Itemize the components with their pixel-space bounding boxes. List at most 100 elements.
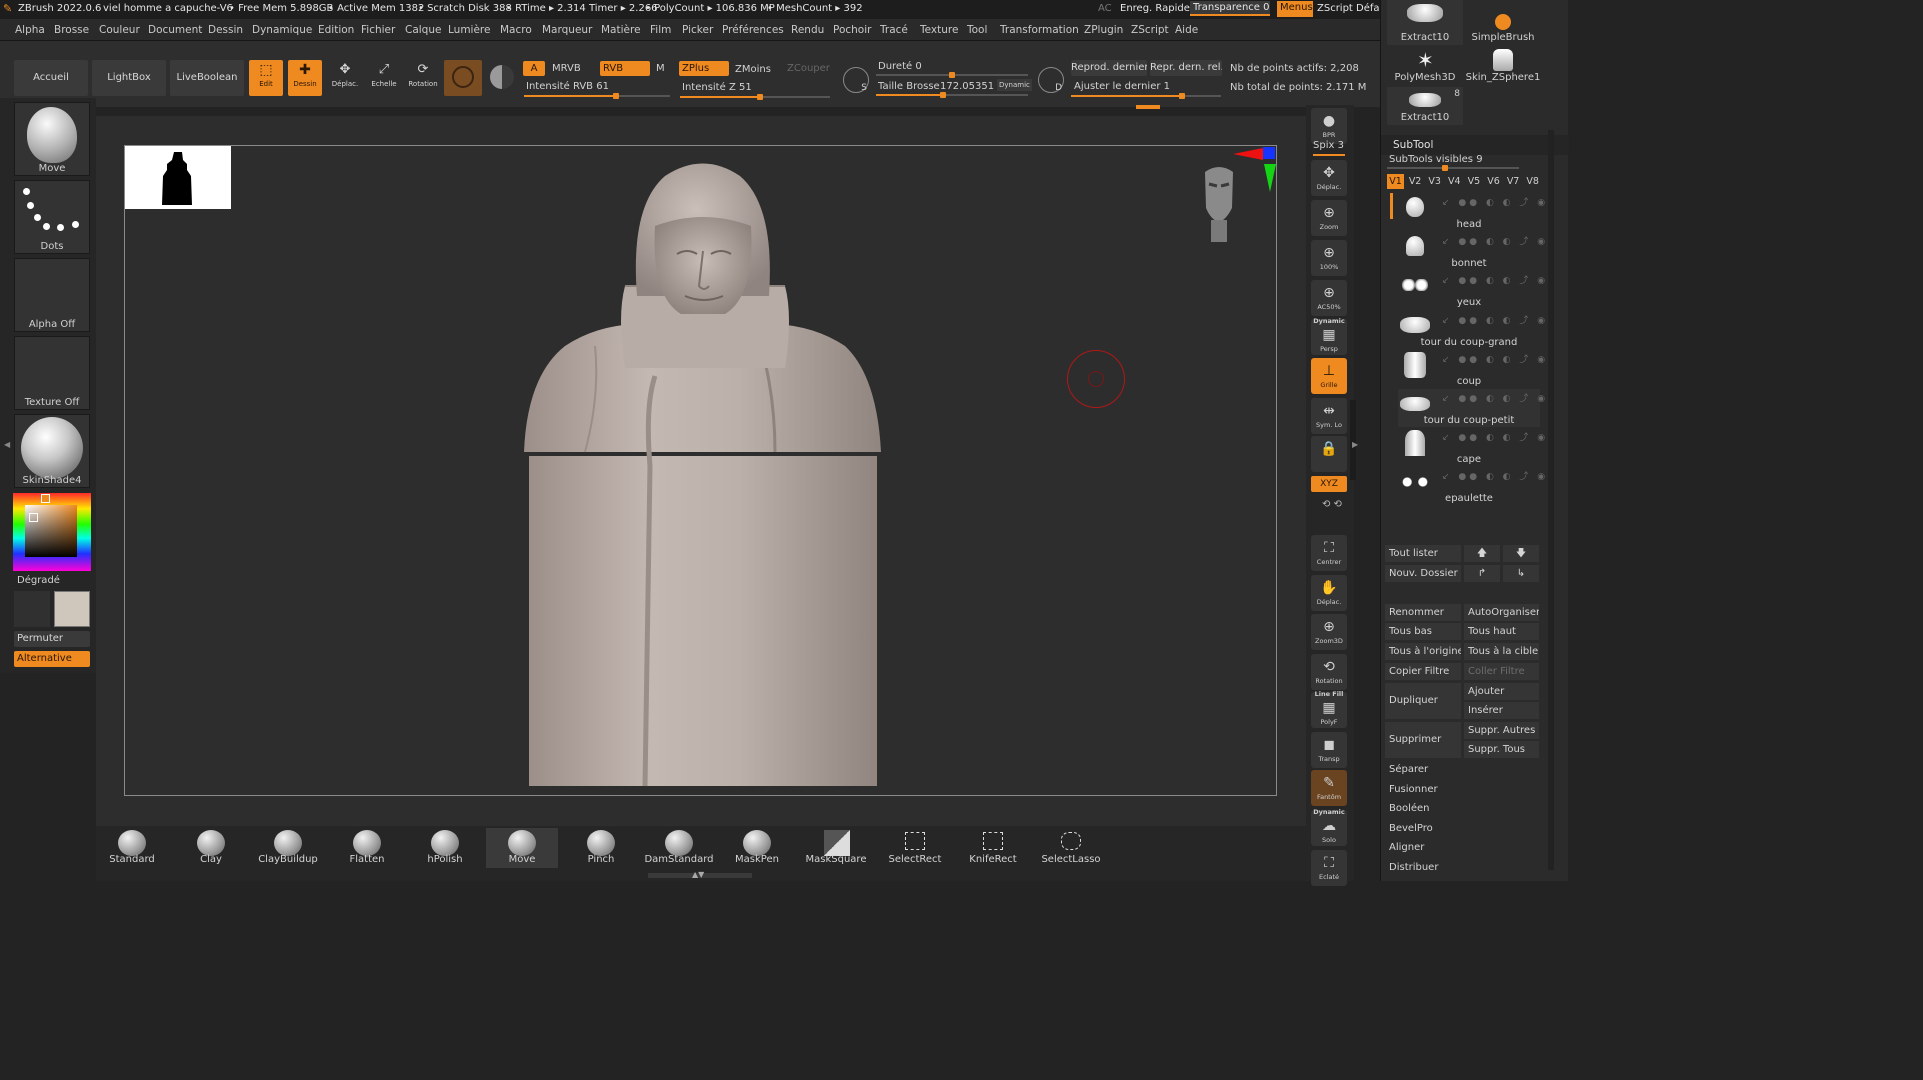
version-tab-v7[interactable]: V7 xyxy=(1505,174,1522,189)
gradient-label[interactable]: Dégradé xyxy=(17,575,60,586)
merge-menu[interactable]: Fusionner xyxy=(1385,781,1539,798)
subtool-row[interactable]: ↙ ●● ◐ ◐ ⤴ ◉ bonnet xyxy=(1398,232,1545,270)
quicksave-button[interactable]: Enreg. Rapide xyxy=(1120,3,1190,14)
brush-move[interactable]: Move xyxy=(486,828,558,868)
version-tab-v3[interactable]: V3 xyxy=(1426,174,1443,189)
rvb-toggle[interactable]: RVB xyxy=(600,61,650,76)
transparency-slider[interactable]: Transparence 0 xyxy=(1190,1,1270,16)
brush-selectrect[interactable]: SelectRect xyxy=(879,828,951,868)
spix-track[interactable] xyxy=(1313,154,1345,156)
lock-tray-button[interactable]: 🔒 xyxy=(1311,436,1347,472)
brush-claybuildup[interactable]: ClayBuildup xyxy=(252,828,324,868)
adjust-last-slider[interactable]: Ajuster le dernier 1 xyxy=(1074,81,1170,92)
sym-tray-button[interactable]: ⇹ Sym. Lo xyxy=(1311,398,1347,434)
menu-fichier[interactable]: Fichier xyxy=(361,24,395,36)
rotate-mode-button[interactable]: ⟳ Rotation xyxy=(406,60,440,96)
color-marker[interactable] xyxy=(29,513,38,522)
delete-button[interactable]: Supprimer xyxy=(1385,722,1461,758)
focal-shift-icon[interactable]: S xyxy=(843,67,869,93)
boolean-menu[interactable]: Booléen xyxy=(1385,800,1539,817)
material-sphere-icon[interactable] xyxy=(490,65,514,89)
brush-maskpen[interactable]: MaskPen xyxy=(721,828,793,868)
brush-standard[interactable]: Standard xyxy=(96,828,168,868)
menu-tool[interactable]: Tool xyxy=(967,24,987,36)
brush-kniferect[interactable]: KnifeRect xyxy=(957,828,1029,868)
list-all-button[interactable]: Tout lister xyxy=(1385,545,1461,562)
bpr-tray-button[interactable]: ● BPR xyxy=(1311,108,1347,144)
brush-damstandard[interactable]: DamStandard xyxy=(643,828,715,868)
folder-down-icon[interactable]: ↳ xyxy=(1503,565,1539,582)
menu-zscript[interactable]: ZScript xyxy=(1131,24,1169,36)
subtool-toggles-icon[interactable]: ↙ ●● ◐ ◐ ⤴ ◉ xyxy=(1442,391,1548,404)
all-to-target-button[interactable]: Tous à la cible xyxy=(1464,643,1539,660)
alternate-toggle[interactable]: Alternative xyxy=(14,651,90,667)
subtool-row[interactable]: ↙ ●● ◐ ◐ ⤴ ◉ tour du coup-grand xyxy=(1398,311,1545,349)
insert-button[interactable]: Insérer xyxy=(1464,702,1539,719)
scale-mode-button[interactable]: ⤢ Echelle xyxy=(367,60,401,96)
subtool-toggles-icon[interactable]: ↙ ●● ◐ ◐ ⤴ ◉ xyxy=(1442,273,1548,286)
brush-masksquare[interactable]: MaskSquare xyxy=(800,828,872,868)
zcouper-toggle[interactable]: ZCouper xyxy=(787,63,830,74)
brush-clay[interactable]: Clay xyxy=(175,828,247,868)
tool-thumb-extract10-b[interactable]: 8 Extract10 xyxy=(1387,87,1463,125)
replay-last-rel-button[interactable]: Repr. dern. rel. xyxy=(1150,60,1222,76)
explode-tray-button[interactable]: ⛶ Eclaté xyxy=(1311,850,1347,886)
menu-film[interactable]: Film xyxy=(650,24,671,36)
ac50-tray-button[interactable]: ⊕ AC50% xyxy=(1311,280,1347,316)
menu-lumi-re[interactable]: Lumière xyxy=(448,24,490,36)
hardness-track[interactable] xyxy=(876,72,1028,78)
color-picker[interactable] xyxy=(13,493,91,571)
edit-button[interactable]: ⬚ Edit xyxy=(249,60,283,96)
transp-tray-button[interactable]: ◼ Transp xyxy=(1311,732,1347,768)
brush-selector[interactable]: Move xyxy=(14,102,90,176)
menu-aide[interactable]: Aide xyxy=(1175,24,1198,36)
replay-last-button[interactable]: Reprod. dernier xyxy=(1071,60,1147,76)
subtool-header[interactable]: SubTool xyxy=(1381,135,1569,155)
brush-hpolish[interactable]: hPolish xyxy=(409,828,481,868)
menu-trac-[interactable]: Tracé xyxy=(880,24,908,36)
menu-brosse[interactable]: Brosse xyxy=(54,24,89,36)
local-rotate-icon[interactable]: ⟲ ⟲ xyxy=(1322,496,1342,514)
version-tab-v6[interactable]: V6 xyxy=(1485,174,1502,189)
new-folder-button[interactable]: Nouv. Dossier xyxy=(1385,565,1461,582)
append-button[interactable]: Ajouter xyxy=(1464,683,1539,700)
main-color-swatch[interactable] xyxy=(14,591,50,627)
brush-flatten[interactable]: Flatten xyxy=(331,828,403,868)
alpha-selector[interactable]: Alpha Off xyxy=(14,258,90,332)
tool-thumb-extract10[interactable]: Extract10 xyxy=(1387,0,1463,45)
version-tab-v1[interactable]: V1 xyxy=(1387,174,1404,189)
shelf-scroll-indicator[interactable] xyxy=(1136,105,1160,109)
intensity-z-track[interactable] xyxy=(680,94,830,100)
subtool-row[interactable]: ↙ ●● ◐ ◐ ⤴ ◉ tour du coup-petit xyxy=(1398,389,1545,427)
menu-couleur[interactable]: Couleur xyxy=(99,24,140,36)
draw-button[interactable]: ✚ Dessin xyxy=(288,60,322,96)
tool-thumb-polymesh3d[interactable]: ✶ PolyMesh3D xyxy=(1387,47,1463,85)
subtool-row[interactable]: ↙ ●● ◐ ◐ ⤴ ◉ head xyxy=(1398,193,1545,231)
menu-texture[interactable]: Texture xyxy=(920,24,958,36)
menu-document[interactable]: Document xyxy=(148,24,202,36)
subtool-toggles-icon[interactable]: ↙ ●● ◐ ◐ ⤴ ◉ xyxy=(1442,469,1548,482)
menu-pr-f-rences[interactable]: Préférences xyxy=(722,24,784,36)
xyz-symmetry-toggle[interactable]: XYZ xyxy=(1311,476,1347,492)
visible-subtools-slider[interactable]: SubTools visibles 9 xyxy=(1389,154,1483,165)
menu-pochoir[interactable]: Pochoir xyxy=(833,24,871,36)
subtool-row[interactable]: ↙ ●● ◐ ◐ ⤴ ◉ coup xyxy=(1398,350,1545,388)
zoom3d-tray-button[interactable]: ⊕ Zoom3D xyxy=(1311,614,1347,650)
menu-zplugin[interactable]: ZPlugin xyxy=(1084,24,1123,36)
sculpt-model[interactable] xyxy=(125,146,1278,797)
menu-mati-re[interactable]: Matière xyxy=(601,24,641,36)
menu-edition[interactable]: Edition xyxy=(318,24,354,36)
solo-tray-button[interactable]: Dynamic ☁ Solo xyxy=(1311,808,1347,846)
swap-color-button[interactable]: Permuter xyxy=(14,631,90,647)
brush-pinch[interactable]: Pinch xyxy=(565,828,637,868)
document-canvas[interactable] xyxy=(124,145,1277,796)
draw-size-icon[interactable]: D xyxy=(1038,67,1064,93)
paste-filter-button[interactable]: Coller Filtre xyxy=(1464,663,1539,680)
move-tray-button[interactable]: ✥ Déplac. xyxy=(1311,160,1347,196)
subtool-row[interactable]: ↙ ●● ◐ ◐ ⤴ ◉ cape xyxy=(1398,428,1545,466)
menu-rendu[interactable]: Rendu xyxy=(791,24,824,36)
subtool-toggles-icon[interactable]: ↙ ●● ◐ ◐ ⤴ ◉ xyxy=(1442,352,1548,365)
bottom-tray-collapse-icon[interactable]: ▲▼ xyxy=(692,870,704,879)
brush-selectlasso[interactable]: SelectLasso xyxy=(1035,828,1107,868)
version-tab-v2[interactable]: V2 xyxy=(1407,174,1424,189)
